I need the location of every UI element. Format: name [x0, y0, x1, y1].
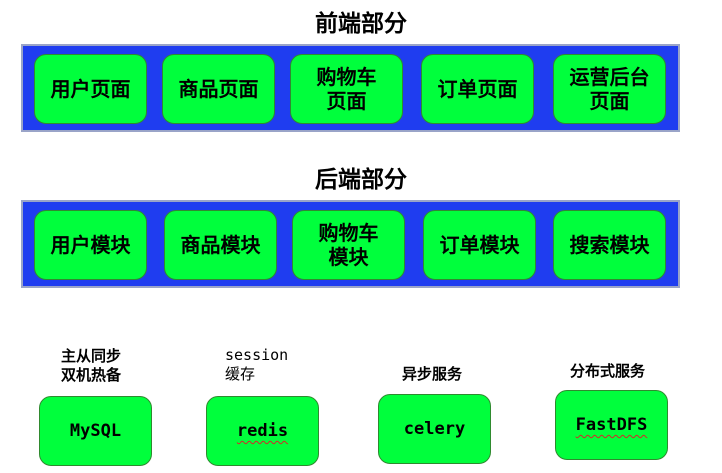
frontend-box-user-page: 用户页面 — [34, 54, 147, 124]
fastdfs-label: 分布式服务 — [570, 362, 646, 380]
celery-label: 异步服务 — [402, 365, 463, 383]
service-box-redis: redis — [206, 396, 319, 466]
service-name-mysql: MySQL — [69, 421, 122, 441]
service-box-fastdfs: FastDFS — [555, 390, 668, 460]
backend-box-cart-module: 购物车 模块 — [292, 210, 405, 280]
frontend-box-order-page: 订单页面 — [421, 54, 534, 124]
backend-box-order-module: 订单模块 — [423, 210, 536, 280]
backend-box-user-module: 用户模块 — [34, 210, 147, 280]
backend-box-search-module: 搜索模块 — [553, 210, 666, 280]
mysql-label: 主从同步 双机热备 — [61, 347, 122, 384]
frontend-box-cart-page: 购物车 页面 — [290, 54, 403, 124]
service-box-celery: celery — [378, 394, 491, 464]
frontend-box-product-page: 商品页面 — [162, 54, 275, 124]
backend-title: 后端部分 — [315, 167, 407, 193]
service-name-celery: celery — [403, 419, 466, 439]
backend-box-product-module: 商品模块 — [164, 210, 277, 280]
redis-label: session 缓存 — [225, 346, 289, 383]
service-name-redis: redis — [236, 421, 289, 441]
service-name-fastdfs: FastDFS — [575, 415, 648, 435]
service-box-mysql: MySQL — [39, 396, 152, 466]
frontend-box-admin-page: 运营后台 页面 — [553, 54, 666, 124]
frontend-title: 前端部分 — [315, 11, 407, 37]
